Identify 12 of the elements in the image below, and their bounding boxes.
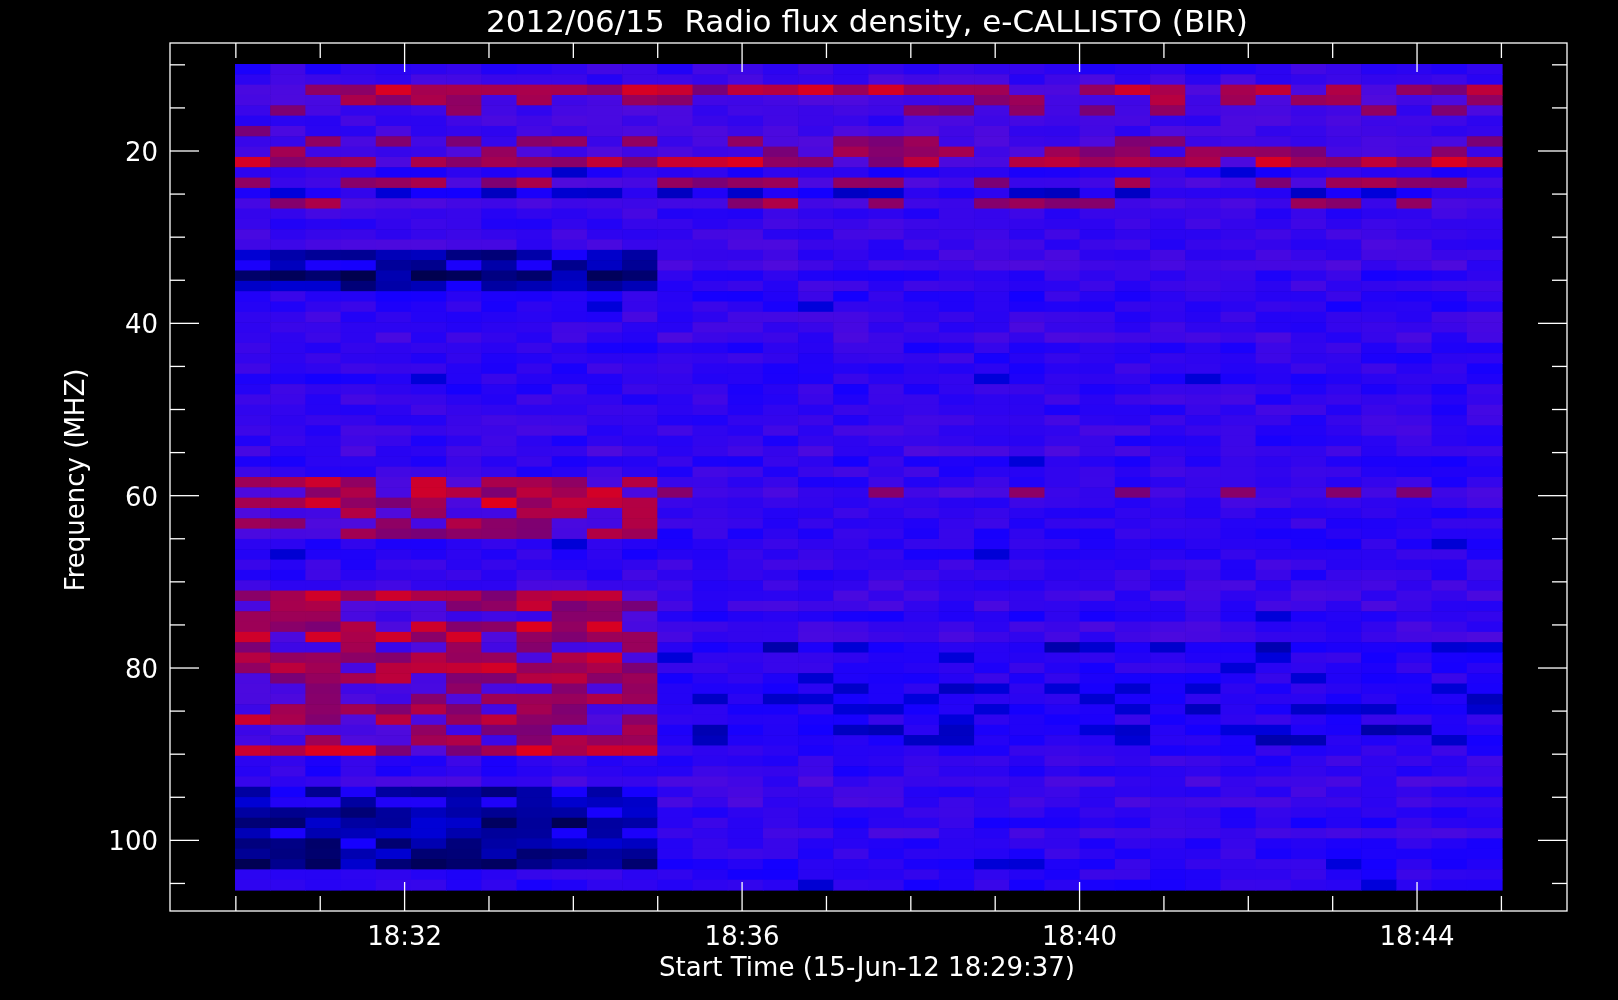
chart-title: 2012/06/15 Radio flux density, e-CALLISTO (BIR)	[486, 3, 1248, 39]
y-tick-label: 20	[124, 137, 158, 167]
x-tick-label: 18:44	[1379, 921, 1455, 951]
y-axis-label: Frequency (MHZ)	[60, 368, 90, 592]
y-tick-label: 40	[124, 309, 158, 340]
x-tick-label: 18:36	[704, 921, 780, 951]
y-tick-label: 100	[108, 826, 158, 857]
y-tick-label: 60	[124, 481, 158, 512]
x-tick-label: 18:32	[367, 921, 443, 951]
x-tick-label: 18:40	[1042, 921, 1118, 951]
x-axis-label: Start Time (15-Jun-12 18:29:37)	[659, 952, 1075, 982]
y-tick-label: 80	[124, 654, 158, 684]
